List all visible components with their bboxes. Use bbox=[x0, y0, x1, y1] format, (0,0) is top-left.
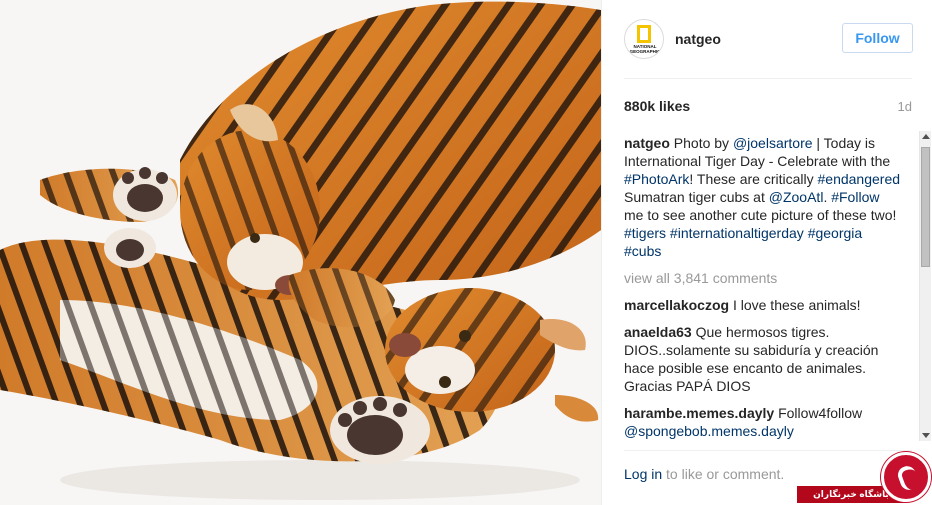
post-username[interactable]: natgeo bbox=[675, 31, 721, 47]
caption: natgeo Photo by @joelsartore | Today is … bbox=[624, 134, 902, 260]
comment-item: marcellakoczog I love these animals! bbox=[624, 296, 902, 314]
hashtag-link[interactable]: #endangered bbox=[818, 171, 901, 187]
comments-list: natgeo Photo by @joelsartore | Today is … bbox=[624, 134, 902, 440]
hashtag-link[interactable]: #PhotoArk bbox=[624, 171, 689, 187]
comment-text: I love these animals! bbox=[729, 297, 861, 313]
caption-text: Photo by bbox=[673, 135, 733, 151]
post-header: NATIONAL GEOGRAPHIC natgeo Follow bbox=[602, 0, 932, 78]
avatar-label: NATIONAL GEOGRAPHIC bbox=[629, 44, 661, 54]
comment-username[interactable]: anaelda63 bbox=[624, 324, 692, 340]
hashtag-link[interactable]: #Follow bbox=[831, 189, 879, 205]
mention-link[interactable]: @spongebob.memes.dayly bbox=[624, 423, 794, 439]
header-divider bbox=[624, 78, 912, 79]
caption-text: me to see another cute picture of these … bbox=[624, 207, 897, 223]
login-prompt-text: to like or comment. bbox=[662, 466, 785, 482]
hashtag-link[interactable]: #internationaltigerday bbox=[670, 225, 804, 241]
scroll-down-icon[interactable] bbox=[922, 433, 930, 438]
comment-item: harambe.memes.dayly Follow4follow @spong… bbox=[624, 404, 902, 440]
watermark-logo: باشگاه خبرنگاران bbox=[797, 450, 932, 505]
natgeo-logo-icon bbox=[637, 25, 651, 43]
avatar[interactable]: NATIONAL GEOGRAPHIC bbox=[624, 19, 664, 59]
phone-logo-icon bbox=[895, 463, 921, 493]
login-link[interactable]: Log in bbox=[624, 466, 662, 482]
hashtag-link[interactable]: #georgia bbox=[808, 225, 863, 241]
mention-link[interactable]: @ZooAtl bbox=[769, 189, 824, 205]
likes-row: 880k likes 1d bbox=[624, 96, 912, 116]
view-all-comments-link[interactable]: view all 3,841 comments bbox=[624, 269, 902, 287]
watermark-circle bbox=[881, 452, 931, 502]
post-photo[interactable] bbox=[0, 0, 601, 505]
comment-username[interactable]: marcellakoczog bbox=[624, 297, 729, 313]
post-sidebar: NATIONAL GEOGRAPHIC natgeo Follow 880k l… bbox=[601, 0, 932, 505]
comment-item: anaelda63 Que hermosos tigres. DIOS..sol… bbox=[624, 323, 902, 395]
tiger-cubs-image bbox=[0, 0, 601, 505]
caption-username[interactable]: natgeo bbox=[624, 135, 670, 151]
comment-username[interactable]: harambe.memes.dayly bbox=[624, 405, 774, 421]
scroll-up-icon[interactable] bbox=[922, 134, 930, 139]
comments-scrollbar[interactable] bbox=[919, 131, 931, 441]
follow-button[interactable]: Follow bbox=[842, 23, 913, 53]
hashtag-link[interactable]: #cubs bbox=[624, 243, 661, 259]
login-prompt: Log in to like or comment. bbox=[624, 466, 784, 482]
hashtag-link[interactable]: #tigers bbox=[624, 225, 666, 241]
likes-count[interactable]: 880k likes bbox=[624, 98, 690, 114]
post-age[interactable]: 1d bbox=[898, 99, 912, 114]
mention-link[interactable]: @joelsartore bbox=[733, 135, 813, 151]
scrollbar-thumb[interactable] bbox=[921, 147, 930, 267]
comment-text: Follow4follow bbox=[774, 405, 863, 421]
caption-text: Sumatran tiger cubs at bbox=[624, 189, 769, 205]
caption-text: ! These are critically bbox=[689, 171, 818, 187]
